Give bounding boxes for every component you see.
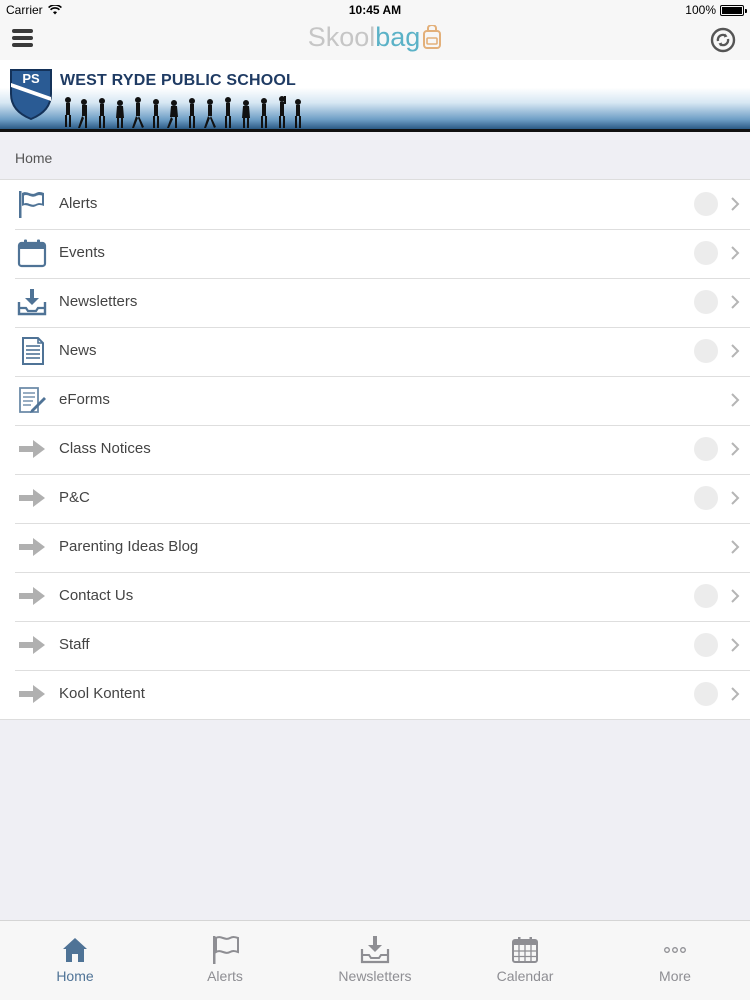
arrow-right-icon [19,636,45,654]
count-badge [694,241,718,265]
tab-label: Newsletters [338,968,412,984]
menu-item-label: Newsletters [59,293,138,310]
menu-item-staff[interactable]: Staff [0,621,750,670]
count-badge [694,192,718,216]
tab-home[interactable]: Home [0,921,150,1000]
bottom-tab-bar: Home Alerts Newsletters Calendar More [0,920,750,1000]
menu-item-eforms[interactable]: eForms [0,376,750,425]
chevron-right-icon [731,246,740,260]
menu-item-parenting-ideas-blog[interactable]: Parenting Ideas Blog [0,523,750,572]
menu-item-label: Class Notices [59,440,151,457]
chevron-right-icon [731,344,740,358]
chevron-right-icon [731,295,740,309]
menu-item-p-and-c[interactable]: P&C [0,474,750,523]
chevron-right-icon [731,540,740,554]
school-banner: PS WEST RYDE PUBLIC SCHOOL [0,60,750,132]
navigation-bar: Skoolbag [0,20,750,60]
menu-item-label: Staff [59,636,90,653]
more-dots-icon [664,947,686,953]
count-badge [694,486,718,510]
menu-item-class-notices[interactable]: Class Notices [0,425,750,474]
arrow-right-icon [19,489,45,507]
school-name: WEST RYDE PUBLIC SCHOOL [60,72,297,89]
tab-alerts[interactable]: Alerts [150,921,300,1000]
calendar-grid-icon [512,937,538,963]
count-badge [694,633,718,657]
arrow-right-icon [19,587,45,605]
menu-item-news[interactable]: News [0,327,750,376]
menu-item-events[interactable]: Events [0,229,750,278]
flag-icon [19,191,44,218]
chevron-right-icon [731,393,740,407]
arrow-right-icon [19,440,45,458]
crest-letters: PS [22,71,40,86]
chevron-right-icon [731,491,740,505]
download-tray-icon [17,289,47,316]
menu-item-label: Alerts [59,195,98,212]
tab-label: Home [56,968,94,984]
calendar-icon [17,239,47,268]
count-badge [694,682,718,706]
schoolbag-icon [423,25,442,49]
tab-label: Calendar [496,968,554,984]
chevron-right-icon [731,197,740,211]
tab-label: More [659,968,691,984]
tab-more[interactable]: More [600,921,750,1000]
menu-item-label: Events [59,244,105,261]
brand-logo: Skoolbag [0,22,750,53]
arrow-right-icon [19,685,45,703]
sync-icon[interactable] [710,27,736,53]
school-crest-logo: PS [10,69,52,120]
menu-item-label: Kool Kontent [59,685,145,702]
arrow-right-icon [19,538,45,556]
battery-percent: 100% [685,3,716,17]
tab-calendar[interactable]: Calendar [450,921,600,1000]
menu-item-newsletters[interactable]: Newsletters [0,278,750,327]
count-badge [694,290,718,314]
download-tray-icon [360,936,390,964]
menu-item-label: Contact Us [59,587,134,604]
chevron-right-icon [731,687,740,701]
battery-icon [720,4,747,16]
menu-item-label: Parenting Ideas Blog [59,538,199,555]
status-bar: Carrier 10:45 AM 100% [0,0,750,20]
battery-info: 100% [685,3,747,17]
clock: 10:45 AM [348,3,402,17]
menu-item-kool-kontent[interactable]: Kool Kontent [0,670,750,719]
document-icon [22,337,44,365]
flag-icon [213,936,239,964]
count-badge [694,437,718,461]
menu-item-label: News [59,342,97,359]
menu-item-label: P&C [59,489,90,506]
breadcrumb: Home [15,150,53,166]
form-pen-icon [19,387,46,413]
chevron-right-icon [731,442,740,456]
tab-newsletters[interactable]: Newsletters [300,921,450,1000]
brand-text-part2: bag [375,22,421,52]
count-badge [694,584,718,608]
chevron-right-icon [731,638,740,652]
brand-text-part1: Skool [307,22,376,52]
menu-item-label: eForms [59,391,110,408]
menu-item-alerts[interactable]: Alerts [0,180,750,229]
chevron-right-icon [731,589,740,603]
tab-label: Alerts [207,968,243,984]
menu-item-contact-us[interactable]: Contact Us [0,572,750,621]
children-silhouettes-graphic [65,96,301,128]
home-icon [63,938,87,962]
main-menu-list: Alerts Events Newsletters News eForms Cl… [0,179,750,720]
count-badge [694,339,718,363]
